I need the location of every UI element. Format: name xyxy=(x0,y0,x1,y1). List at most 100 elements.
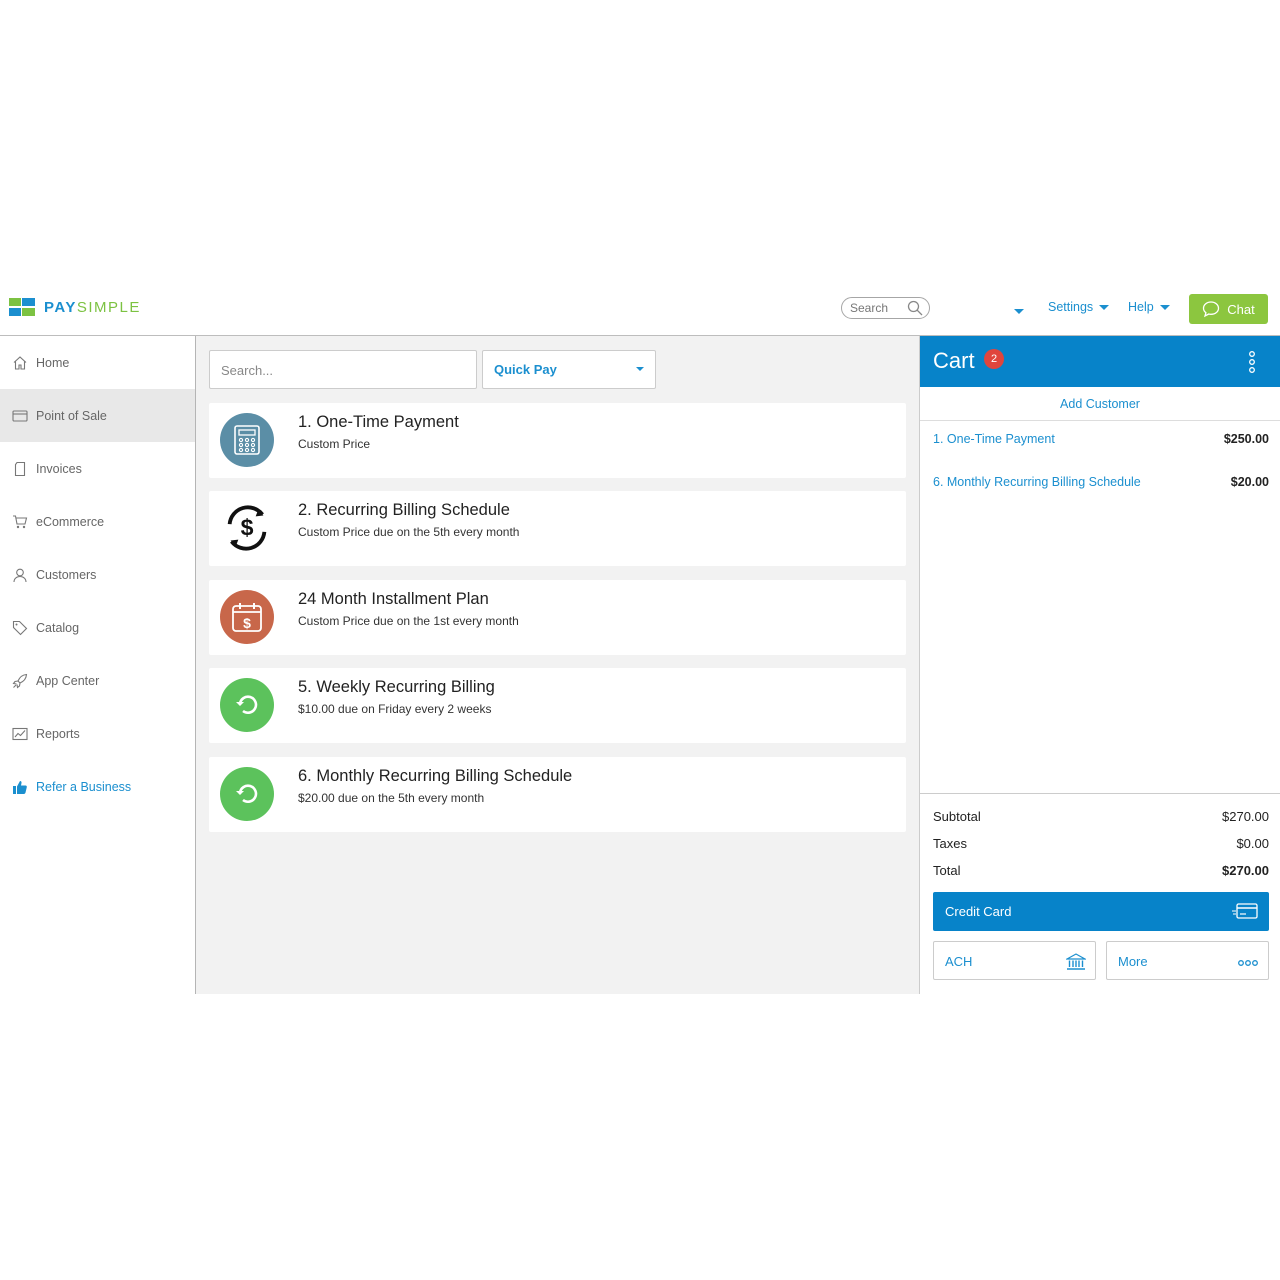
more-vertical-icon[interactable] xyxy=(1248,351,1256,373)
more-horizontal-icon xyxy=(1238,960,1258,966)
sidebar-item-point-of-sale[interactable]: Point of Sale xyxy=(0,389,195,442)
tag-icon xyxy=(12,620,28,635)
help-label: Help xyxy=(1128,300,1154,314)
search-icon xyxy=(907,300,923,316)
cart-line-name[interactable]: 1. One-Time Payment xyxy=(933,432,1055,446)
help-menu[interactable]: Help xyxy=(1128,300,1170,314)
sidebar-item-label: Invoices xyxy=(36,461,82,476)
list-item[interactable]: $ 24 Month Installment Plan Custom Price… xyxy=(209,580,906,655)
account-dropdown-toggle[interactable] xyxy=(1014,301,1024,319)
app-window: PAYSIMPLE Search Settings Help Chat Home xyxy=(0,290,1280,994)
taxes-value: $0.00 xyxy=(1236,836,1269,851)
paysimple-logo[interactable]: PAYSIMPLE xyxy=(9,298,141,316)
ach-label: ACH xyxy=(945,954,973,969)
list-item[interactable]: 6. Monthly Recurring Billing Schedule $2… xyxy=(209,757,906,832)
thumbs-up-icon xyxy=(13,780,27,794)
calculator-icon xyxy=(220,413,274,467)
sidebar-item-reports[interactable]: Reports xyxy=(0,707,195,760)
main-content: Search... Quick Pay 1. One-Time Payment … xyxy=(196,336,919,994)
cart-line-item[interactable]: 6. Monthly Recurring Billing Schedule $2… xyxy=(933,475,1269,489)
item-subtitle: Custom Price due on the 1st every month xyxy=(298,614,519,628)
sidebar-item-label: eCommerce xyxy=(36,514,105,529)
sidebar-item-label: Refer a Business xyxy=(36,779,132,794)
sidebar-item-app-center[interactable]: App Center xyxy=(0,654,195,707)
cart-title: Cart xyxy=(933,348,975,373)
sidebar-item-customers[interactable]: Customers xyxy=(0,548,195,601)
total-label: Total xyxy=(933,863,961,878)
chat-button[interactable]: Chat xyxy=(1189,294,1268,324)
logo-text-simple: SIMPLE xyxy=(76,298,141,316)
item-subtitle: $20.00 due on the 5th every month xyxy=(298,791,485,805)
taxes-row: Taxes $0.00 xyxy=(933,836,1269,851)
bank-icon xyxy=(1066,953,1086,970)
item-subtitle: Custom Price due on the 5th every month xyxy=(298,525,520,539)
sidebar-item-label: Customers xyxy=(36,567,97,582)
cart-line-amount: $250.00 xyxy=(1223,432,1269,446)
sidebar-item-refer-a-business[interactable]: Refer a Business xyxy=(0,760,195,813)
quick-pay-selected-value: Quick Pay xyxy=(494,362,557,377)
item-title: 1. One-Time Payment xyxy=(298,413,459,431)
header-search-input[interactable]: Search xyxy=(841,297,930,319)
list-item[interactable]: 5. Weekly Recurring Billing $10.00 due o… xyxy=(209,668,906,743)
cart-count-badge: 2 xyxy=(984,349,1004,369)
total-value: $270.00 xyxy=(1222,863,1269,878)
list-item[interactable]: 1. One-Time Payment Custom Price xyxy=(209,403,906,478)
document-icon xyxy=(14,461,26,476)
refresh-icon xyxy=(220,678,274,732)
total-row: Total $270.00 xyxy=(933,863,1269,878)
user-icon xyxy=(13,568,27,582)
sidebar-item-label: Catalog xyxy=(36,620,80,635)
add-customer-label: Add Customer xyxy=(1060,396,1140,411)
sidebar-item-label: App Center xyxy=(36,673,100,688)
subtotal-label: Subtotal xyxy=(933,809,981,824)
cart-line-item[interactable]: 1. One-Time Payment $250.00 xyxy=(933,432,1269,446)
list-item[interactable]: $ 2. Recurring Billing Schedule Custom P… xyxy=(209,491,906,566)
totals-divider xyxy=(920,793,1280,794)
add-customer-link[interactable]: Add Customer xyxy=(920,387,1280,421)
chevron-down-icon xyxy=(636,367,644,371)
calendar-dollar-icon: $ xyxy=(220,590,274,644)
more-label: More xyxy=(1118,954,1148,969)
item-title: 24 Month Installment Plan xyxy=(298,590,489,608)
ach-button[interactable]: ACH xyxy=(933,941,1096,980)
logo-text-pay: PAY xyxy=(44,298,77,316)
settings-label: Settings xyxy=(1048,300,1094,314)
item-subtitle: Custom Price xyxy=(298,437,371,451)
cart-header: Cart 2 xyxy=(920,336,1280,387)
quick-pay-select[interactable]: Quick Pay xyxy=(482,350,656,389)
rocket-icon xyxy=(12,673,28,688)
sidebar-nav: Home Point of Sale Invoices eCommerce Cu… xyxy=(0,336,196,994)
sidebar-item-label: Reports xyxy=(36,726,80,741)
sidebar-item-ecommerce[interactable]: eCommerce xyxy=(0,495,195,548)
chart-icon xyxy=(12,727,28,740)
credit-card-button[interactable]: Credit Card xyxy=(933,892,1269,931)
sidebar-item-invoices[interactable]: Invoices xyxy=(0,442,195,495)
svg-text:$: $ xyxy=(243,615,251,631)
card-icon xyxy=(12,409,28,422)
sidebar-item-label: Home xyxy=(36,355,70,370)
chevron-down-icon xyxy=(1014,309,1024,314)
item-title: 6. Monthly Recurring Billing Schedule xyxy=(298,767,573,785)
item-title: 2. Recurring Billing Schedule xyxy=(298,501,510,519)
product-search-input[interactable]: Search... xyxy=(209,350,477,389)
sidebar-item-catalog[interactable]: Catalog xyxy=(0,601,195,654)
settings-menu[interactable]: Settings xyxy=(1048,300,1110,314)
subtotal-value: $270.00 xyxy=(1222,809,1269,824)
cart-line-amount: $20.00 xyxy=(1230,475,1269,489)
chevron-down-icon xyxy=(1159,304,1170,310)
more-payment-button[interactable]: More xyxy=(1106,941,1269,980)
cart-panel: Cart 2 Add Customer 1. One-Time Payment … xyxy=(919,336,1280,994)
search-placeholder: Search... xyxy=(221,363,274,378)
sidebar-item-home[interactable]: Home xyxy=(0,336,195,389)
chat-label: Chat xyxy=(1227,301,1255,317)
credit-card-icon xyxy=(1232,903,1258,919)
credit-card-label: Credit Card xyxy=(945,904,1012,919)
chevron-down-icon xyxy=(1099,304,1110,310)
chat-bubble-icon xyxy=(1203,301,1220,318)
top-header: PAYSIMPLE Search Settings Help Chat xyxy=(0,290,1280,336)
item-title: 5. Weekly Recurring Billing xyxy=(298,678,495,696)
home-icon xyxy=(13,355,27,370)
logo-mark-icon xyxy=(9,298,35,316)
cart-line-name[interactable]: 6. Monthly Recurring Billing Schedule xyxy=(933,475,1141,489)
sidebar-item-label: Point of Sale xyxy=(36,408,107,423)
